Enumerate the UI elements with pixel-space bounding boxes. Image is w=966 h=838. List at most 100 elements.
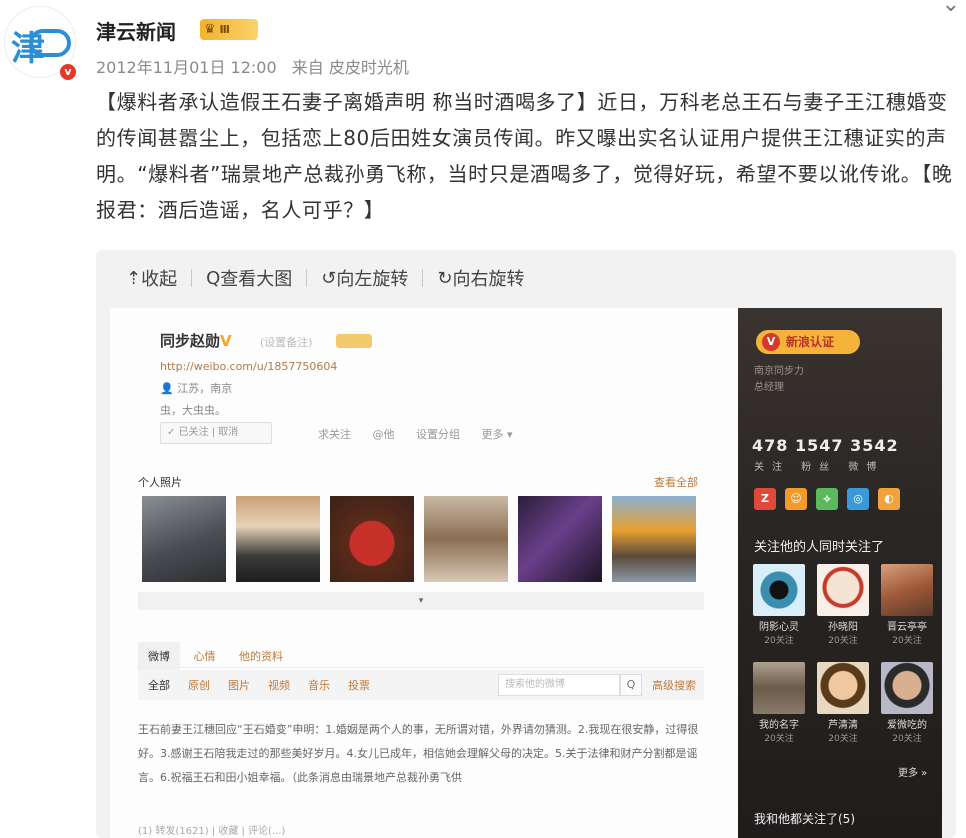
rank-badge: ♛ Ⅲ (200, 19, 258, 40)
verify-line: 总经理 (754, 382, 784, 393)
zoom-icon: Q (206, 267, 221, 289)
filter-item: 图片 (228, 679, 250, 692)
divider (191, 269, 193, 287)
post-date[interactable]: 2012年11月01日 12:00 (96, 58, 277, 77)
photo-thumb (142, 496, 226, 582)
user-avatar (817, 564, 869, 616)
post-source: 来自 皮皮时光机 (291, 58, 409, 77)
medal-icon: ⟡ (816, 488, 838, 510)
photo-thumb (612, 496, 696, 582)
suggested-user: 阴影心灵 20关注 (752, 564, 806, 646)
rotate-right-icon: ↻ (437, 267, 453, 289)
tab-weibo: 微博 (138, 642, 180, 670)
profile-name-text: 同步赵勋 (160, 332, 221, 350)
user-avatar (881, 564, 933, 616)
profile-sidebar: V 新浪认证 南京同步力 总经理 478 1547 3542 关注 粉丝 微博 Z … (738, 308, 942, 838)
profile-stat-labels: 关注 粉丝 微博 (754, 462, 885, 473)
profile-intro: 虫，大虫虫。 (160, 404, 226, 417)
weibo-post: 津 v 津云新闻 ♛ Ⅲ ⌄ 2012年11月01日 12:00 来自 皮皮时光… (0, 0, 966, 838)
rank-label: Ⅲ (219, 23, 230, 36)
badge-text: 新浪认证 (786, 335, 835, 349)
vip-badge-icon (336, 334, 372, 348)
rotate-left-button[interactable]: ↺ 向左旋转 (321, 265, 408, 291)
suggested-user: 我的名字 20关注 (752, 662, 806, 744)
filter-item: 全部 (148, 679, 170, 692)
verify-line: 南京同步力 (754, 366, 804, 377)
user-avatar (753, 564, 805, 616)
rotate-left-label: 向左旋转 (336, 269, 409, 290)
user-name: 晋云亭亭 (887, 622, 927, 633)
avatar-mark: 津 (11, 29, 45, 69)
filter-item: 原创 (188, 679, 210, 692)
rotate-right-label: 向右旋转 (452, 269, 525, 290)
collapse-label: 收起 (141, 269, 178, 290)
user-avatar (817, 662, 869, 714)
user-name: 芦清清 (828, 720, 858, 731)
filter-item: 视频 (268, 679, 290, 692)
profile-url: http://weibo.com/u/1857750604 (160, 360, 338, 373)
photo-thumb (330, 496, 414, 582)
action-item: 设置分组 (416, 428, 460, 441)
verify-desc: 南京同步力 总经理 (754, 364, 804, 396)
screenshot-image: 同步赵勋V (设置备注) http://weibo.com/u/18577506… (110, 308, 942, 838)
collapse-button[interactable]: ⇡ 收起 (126, 265, 177, 291)
tab-mood: 心情 (193, 650, 216, 663)
profile-location: 👤 江苏，南京 (160, 380, 232, 396)
view-large-button[interactable]: Q 查看大图 (206, 265, 292, 291)
action-item: 更多 ▾ (481, 428, 513, 441)
filter-item: 音乐 (308, 679, 330, 692)
medal-icons: Z ☺ ⟡ ◎ ◐ (754, 488, 909, 510)
weibo-search-input: 搜索他的微博 (498, 674, 620, 696)
follow-state: ✓ 已关注 | 取消 (160, 422, 272, 444)
also-follow-title: 关注他的人同时关注了 (754, 540, 885, 555)
author-name[interactable]: 津云新闻 (96, 16, 176, 45)
verified-v-icon: V (220, 332, 232, 350)
weibo-footer: (1) 转发(1621) | 收藏 | 评论(...) (138, 826, 286, 837)
user-name: 爱微吃的 (887, 720, 927, 731)
user-count: 20关注 (828, 734, 858, 744)
photos-all-link: 查看全部 (654, 476, 698, 489)
chevron-down-icon[interactable]: ⌄ (942, 0, 960, 17)
rotate-left-icon: ↺ (321, 267, 337, 289)
view-large-label: 查看大图 (220, 269, 293, 290)
verified-badge-icon: v (58, 62, 78, 82)
user-count: 20关注 (828, 636, 858, 646)
user-name: 阴影心灵 (759, 622, 799, 633)
photos-expand: ▾ (138, 592, 704, 610)
medal-icon: Z (754, 488, 776, 510)
crown-icon: ♛ (204, 22, 216, 37)
user-count: 20关注 (764, 734, 794, 744)
more-link: 更多 » (898, 768, 928, 779)
profile-actions: 求关注 @他 设置分组 更多 ▾ (318, 426, 531, 442)
user-count: 20关注 (892, 734, 922, 744)
advanced-search-link: 高级搜索 (652, 679, 696, 692)
user-avatar (881, 662, 933, 714)
photo-thumb (236, 496, 320, 582)
collapse-icon: ⇡ (126, 267, 142, 289)
suggested-user: 爱微吃的 20关注 (880, 662, 934, 744)
suggested-user: 孙晓阳 20关注 (816, 564, 870, 646)
divider (422, 269, 424, 287)
weibo-text: 王石前妻王江穗回应“王石婚变”申明：1.婚姻是两个人的事，无所谓对错，外界请勿猜… (138, 723, 699, 784)
person-icon: 👤 (160, 382, 174, 395)
verified-icon: V (762, 333, 780, 351)
user-name: 我的名字 (759, 720, 799, 731)
weibo-filter: 全部 原创 图片 视频 音乐 投票 搜索他的微博 Q 高级搜索 (138, 670, 704, 700)
tab-profile: 他的资料 (239, 650, 283, 663)
medal-icon: ◐ (878, 488, 900, 510)
suggested-user: 芦清清 20关注 (816, 662, 870, 744)
photos-title: 个人照片 (138, 476, 182, 489)
post-text: 【爆料者承认造假王石妻子离婚声明 称当时酒喝多了】近日，万科老总王石与妻子王江穗… (96, 90, 953, 222)
action-item: @他 (372, 428, 395, 441)
medal-icon: ☺ (785, 488, 807, 510)
divider (306, 269, 308, 287)
profile-name: 同步赵勋V (160, 330, 232, 351)
rotate-right-button[interactable]: ↻ 向右旋转 (437, 265, 524, 291)
user-count: 20关注 (892, 636, 922, 646)
photo-strip (142, 496, 706, 582)
medal-icon: ◎ (847, 488, 869, 510)
location-text: 江苏，南京 (177, 382, 233, 395)
profile-panel: 同步赵勋V (设置备注) http://weibo.com/u/18577506… (110, 308, 738, 838)
profile-tabs: 微博 心情 他的资料 (138, 642, 704, 670)
photo-thumb (518, 496, 602, 582)
